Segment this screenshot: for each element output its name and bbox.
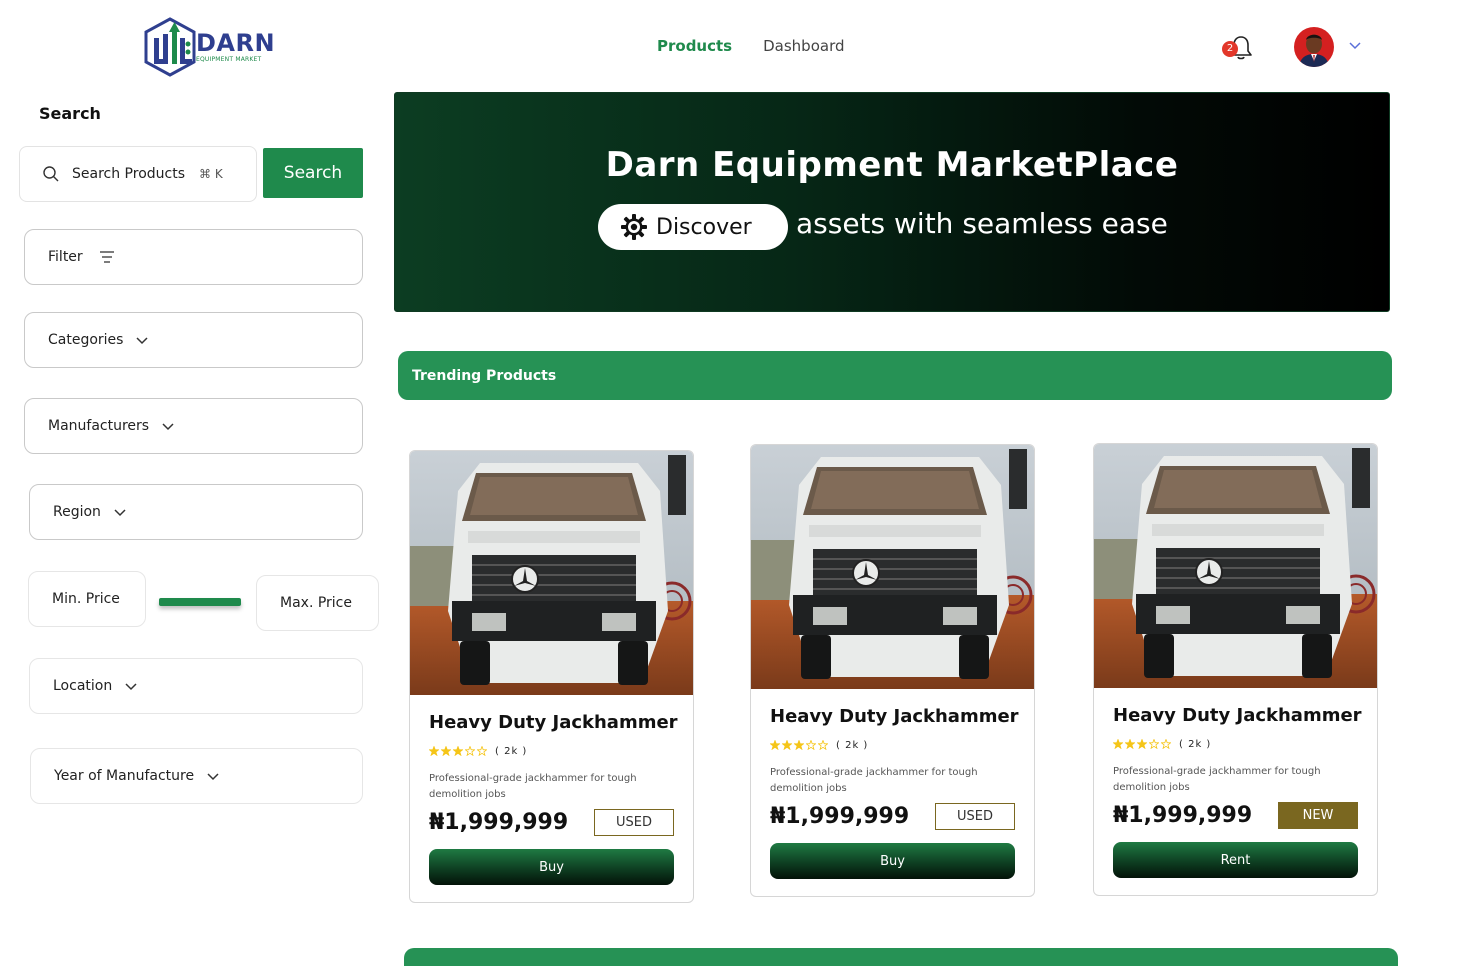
next-section-header	[404, 948, 1398, 966]
product-description: Professional-grade jackhammer for tough …	[770, 767, 978, 794]
buy-button[interactable]: Buy	[770, 843, 1015, 879]
buy-button[interactable]: Buy	[429, 849, 674, 885]
max-price-label: Max. Price	[280, 595, 352, 611]
search-shortcut-hint: ⌘ K	[199, 167, 223, 181]
chevron-down-icon	[207, 773, 219, 781]
product-price: ₦1,999,999	[429, 809, 569, 835]
rating-stars	[429, 746, 487, 756]
price-range-slider[interactable]	[159, 598, 241, 606]
product-rating: ( 2k )	[1113, 738, 1358, 750]
logo-wordmark: DARN	[196, 29, 276, 57]
product-image	[1094, 444, 1377, 688]
star-icon	[429, 746, 439, 756]
product-rating: ( 2k )	[429, 745, 674, 757]
trending-products-header: Trending Products	[398, 351, 1392, 400]
discover-label: Discover	[656, 214, 752, 240]
rating-count: ( 2k )	[495, 745, 528, 757]
logo-mark-icon	[144, 17, 196, 77]
main-nav: Products Dashboard	[657, 37, 845, 55]
logo-tagline: EQUIPMENT MARKET	[196, 56, 262, 63]
star-icon	[818, 740, 828, 750]
hero-banner: Darn Equipment MarketPlace Discover asse…	[394, 92, 1390, 312]
rating-count: ( 2k )	[836, 739, 869, 751]
star-icon	[770, 740, 780, 750]
product-image	[751, 445, 1034, 689]
product-card[interactable]: Heavy Duty Jackhammer ( 2k ) Professiona…	[1093, 443, 1378, 896]
notification-count-badge: 2	[1222, 41, 1238, 57]
star-icon	[465, 746, 475, 756]
product-card[interactable]: Heavy Duty Jackhammer ( 2k ) Professiona…	[409, 450, 694, 903]
condition-badge: NEW	[1278, 801, 1358, 829]
logo[interactable]: DARN EQUIPMENT MARKET	[142, 16, 282, 78]
discover-button[interactable]: Discover	[598, 204, 788, 250]
star-icon	[782, 740, 792, 750]
nav-dashboard[interactable]: Dashboard	[763, 37, 844, 55]
star-icon	[1137, 739, 1147, 749]
product-price: ₦1,999,999	[770, 803, 910, 829]
notifications-button[interactable]: 2	[1222, 33, 1256, 63]
trending-products-label: Trending Products	[412, 367, 557, 384]
hero-title: Darn Equipment MarketPlace	[605, 145, 1179, 185]
search-button[interactable]: Search	[263, 148, 363, 198]
product-title[interactable]: Heavy Duty Jackhammer	[770, 706, 1019, 727]
search-heading: Search	[39, 104, 101, 123]
search-icon	[43, 166, 59, 182]
year-of-manufacture-label: Year of Manufacture	[54, 768, 195, 784]
star-icon	[441, 746, 451, 756]
chevron-down-icon	[125, 683, 137, 691]
region-label: Region	[53, 504, 101, 520]
min-price-field[interactable]: Min. Price	[28, 571, 146, 627]
user-avatar-image	[1294, 27, 1334, 67]
gear-icon	[621, 214, 647, 240]
star-icon	[1125, 739, 1135, 749]
filter-lines-icon	[99, 251, 114, 263]
search-input[interactable]: Search Products ⌘ K	[19, 146, 257, 202]
star-icon	[453, 746, 463, 756]
chevron-down-icon	[114, 509, 126, 517]
location-label: Location	[53, 678, 113, 694]
product-price: ₦1,999,999	[1113, 802, 1253, 828]
chevron-down-icon	[162, 423, 174, 431]
filter-button[interactable]: Filter	[24, 229, 363, 285]
manufacturers-label: Manufacturers	[48, 418, 150, 434]
product-description: Professional-grade jackhammer for tough …	[1113, 766, 1321, 793]
product-rating: ( 2k )	[770, 739, 1015, 751]
manufacturers-dropdown[interactable]: Manufacturers	[24, 398, 363, 454]
condition-badge: USED	[594, 808, 674, 836]
min-price-label: Min. Price	[52, 591, 120, 607]
star-icon	[1161, 739, 1171, 749]
star-icon	[1149, 739, 1159, 749]
rating-stars	[770, 740, 828, 750]
product-card[interactable]: Heavy Duty Jackhammer ( 2k ) Professiona…	[750, 444, 1035, 897]
star-icon	[477, 746, 487, 756]
chevron-down-icon	[136, 337, 148, 345]
nav-products[interactable]: Products	[657, 37, 732, 55]
location-dropdown[interactable]: Location	[29, 658, 363, 714]
star-icon	[794, 740, 804, 750]
categories-dropdown[interactable]: Categories	[24, 312, 363, 368]
hero-subtitle: assets with seamless ease	[796, 207, 1168, 240]
product-description: Professional-grade jackhammer for tough …	[429, 773, 637, 800]
region-dropdown[interactable]: Region	[29, 484, 363, 540]
product-title[interactable]: Heavy Duty Jackhammer	[1113, 705, 1362, 726]
chevron-down-icon[interactable]	[1348, 40, 1362, 50]
rating-stars	[1113, 739, 1171, 749]
rent-button[interactable]: Rent	[1113, 842, 1358, 878]
max-price-field[interactable]: Max. Price	[256, 575, 379, 631]
product-image	[410, 451, 693, 695]
star-icon	[1113, 739, 1123, 749]
star-icon	[806, 740, 816, 750]
categories-label: Categories	[48, 332, 124, 348]
condition-badge: USED	[935, 802, 1015, 830]
product-title[interactable]: Heavy Duty Jackhammer	[429, 712, 678, 733]
search-placeholder: Search Products	[72, 166, 185, 182]
rating-count: ( 2k )	[1179, 738, 1212, 750]
avatar[interactable]	[1294, 27, 1334, 67]
filter-label: Filter	[48, 249, 83, 265]
year-of-manufacture-dropdown[interactable]: Year of Manufacture	[30, 748, 363, 804]
